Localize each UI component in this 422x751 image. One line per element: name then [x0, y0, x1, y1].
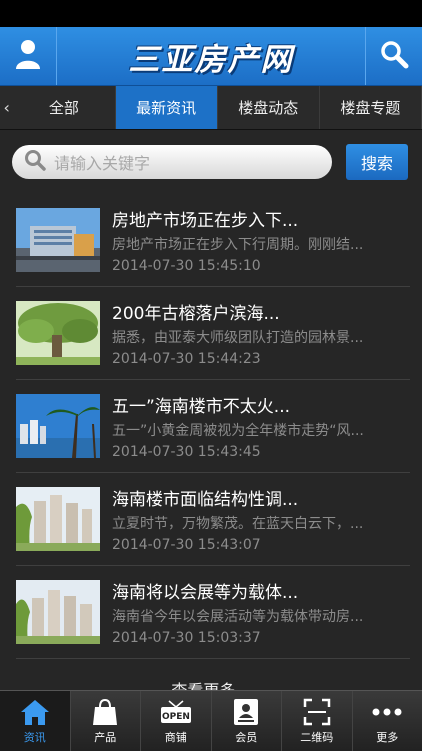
news-thumbnail: [16, 394, 100, 458]
news-thumbnail: [16, 487, 100, 551]
news-summary: 据悉，由亚泰大师级团队打造的园林景...: [112, 327, 410, 347]
news-thumbnail: [16, 208, 100, 272]
nav-label: 更多: [376, 729, 398, 745]
news-date: 2014-07-30 15:43:45: [112, 444, 410, 460]
news-date: 2014-07-30 15:43:07: [112, 537, 410, 553]
nav-label: 会员: [235, 729, 257, 745]
news-thumbnail: [16, 580, 100, 644]
news-item[interactable]: 海南楼市面临结构性调... 立夏时节，万物繁茂。在蓝天白云下，... 2014-…: [16, 473, 410, 566]
news-summary: 立夏时节，万物繁茂。在蓝天白云下，...: [112, 513, 410, 533]
category-tabs: ‹ 全部 最新资讯 楼盘动态 楼盘专题: [0, 86, 422, 130]
news-title: 房地产市场正在步入下...: [112, 206, 410, 231]
news-item[interactable]: 五一”海南楼市不太火... 五一”小黄金周被视为全年楼市走势“风... 2014…: [16, 380, 410, 473]
shop-sign-icon: OPEN: [159, 697, 193, 727]
search-bar: 请输入关键字 搜索: [0, 130, 422, 194]
search-placeholder: 请输入关键字: [54, 150, 150, 174]
search-input[interactable]: 请输入关键字: [12, 145, 332, 179]
status-bar: [0, 0, 422, 27]
news-summary: 五一”小黄金周被视为全年楼市走势“风...: [112, 420, 410, 440]
nav-label: 产品: [94, 729, 116, 745]
user-icon: [15, 38, 41, 74]
nav-qrcode[interactable]: 二维码: [282, 691, 353, 751]
app-title: 三亚房产网: [129, 34, 294, 79]
news-title: 五一”海南楼市不太火...: [112, 392, 410, 417]
nav-label: 二维码: [300, 729, 333, 745]
news-title: 海南楼市面临结构性调...: [112, 485, 410, 510]
news-date: 2014-07-30 15:03:37: [112, 630, 410, 646]
nav-shops[interactable]: OPEN 商铺: [141, 691, 212, 751]
news-thumbnail: [16, 301, 100, 365]
news-item[interactable]: 房地产市场正在步入下... 房地产市场正在步入下行周期。刚刚结... 2014-…: [16, 194, 410, 287]
home-icon: [20, 697, 50, 727]
tab-project-special[interactable]: 楼盘专题: [320, 86, 422, 129]
nav-members[interactable]: 会员: [212, 691, 283, 751]
magnifier-icon: [24, 149, 46, 175]
search-button[interactable]: 搜索: [346, 144, 408, 180]
search-icon: [379, 39, 409, 73]
bag-icon: [92, 697, 118, 727]
tab-scroll-left-icon[interactable]: ‹: [0, 86, 13, 129]
tab-all[interactable]: 全部: [13, 86, 115, 129]
news-summary: 海南省今年以会展活动等为载体带动房...: [112, 606, 410, 626]
news-item[interactable]: 200年古榕落户滨海... 据悉，由亚泰大师级团队打造的园林景... 2014-…: [16, 287, 410, 380]
news-title: 海南将以会展等为载体...: [112, 578, 410, 603]
nav-label: 商铺: [165, 729, 187, 745]
svg-text:OPEN: OPEN: [162, 712, 190, 722]
news-title: 200年古榕落户滨海...: [112, 299, 410, 324]
news-date: 2014-07-30 15:45:10: [112, 258, 410, 274]
search-header-button[interactable]: [365, 27, 422, 85]
more-dots-icon: [372, 697, 402, 727]
nav-products[interactable]: 产品: [71, 691, 142, 751]
nav-more[interactable]: 更多: [353, 691, 422, 751]
member-card-icon: [233, 697, 259, 727]
news-list: 房地产市场正在步入下... 房地产市场正在步入下行周期。刚刚结... 2014-…: [0, 194, 422, 659]
tab-project-news[interactable]: 楼盘动态: [218, 86, 320, 129]
qr-scan-icon: [303, 697, 331, 727]
bottom-nav: 资讯 产品 OPEN 商铺 会员 二维码 更多: [0, 690, 422, 751]
nav-label: 资讯: [24, 729, 46, 745]
app-header: 三亚房产网: [0, 27, 422, 86]
nav-news[interactable]: 资讯: [0, 691, 71, 751]
news-date: 2014-07-30 15:44:23: [112, 351, 410, 367]
user-button[interactable]: [0, 27, 57, 85]
news-summary: 房地产市场正在步入下行周期。刚刚结...: [112, 234, 410, 254]
news-item[interactable]: 海南将以会展等为载体... 海南省今年以会展活动等为载体带动房... 2014-…: [16, 566, 410, 659]
tab-latest-news[interactable]: 最新资讯: [116, 86, 218, 129]
